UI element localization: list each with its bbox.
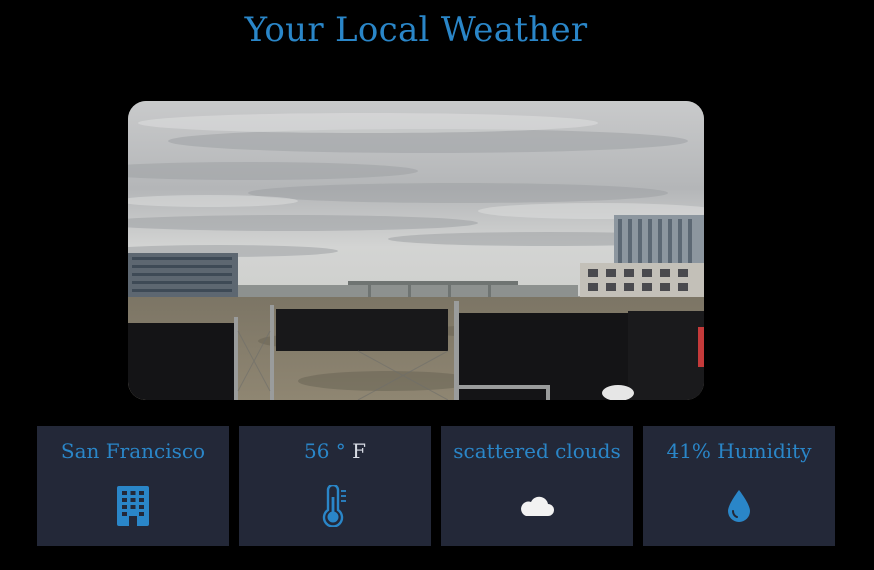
temperature-unit-toggle[interactable]: F [352, 439, 366, 463]
humidity-card: 41% Humidity [643, 426, 835, 546]
weather-cards: San Francisco 56 ° F scattered clouds 41… [37, 426, 835, 546]
temperature-value: 56 ° [303, 439, 346, 463]
cloud-icon [441, 484, 633, 528]
temperature-label: 56 ° F [239, 439, 431, 463]
temperature-card: 56 ° F [239, 426, 431, 546]
location-label: San Francisco [60, 439, 206, 463]
location-card: San Francisco [37, 426, 229, 546]
page-title: Your Local Weather [244, 10, 588, 50]
water-drop-icon [643, 484, 835, 528]
street-view-image [128, 101, 704, 400]
humidity-label: 41% Humidity [666, 439, 812, 463]
thermometer-icon [239, 484, 431, 528]
weather-page: Your Local Weather San Francisco 56 ° F … [0, 0, 874, 570]
building-icon [37, 484, 229, 528]
conditions-card: scattered clouds [441, 426, 633, 546]
conditions-label: scattered clouds [453, 439, 621, 463]
